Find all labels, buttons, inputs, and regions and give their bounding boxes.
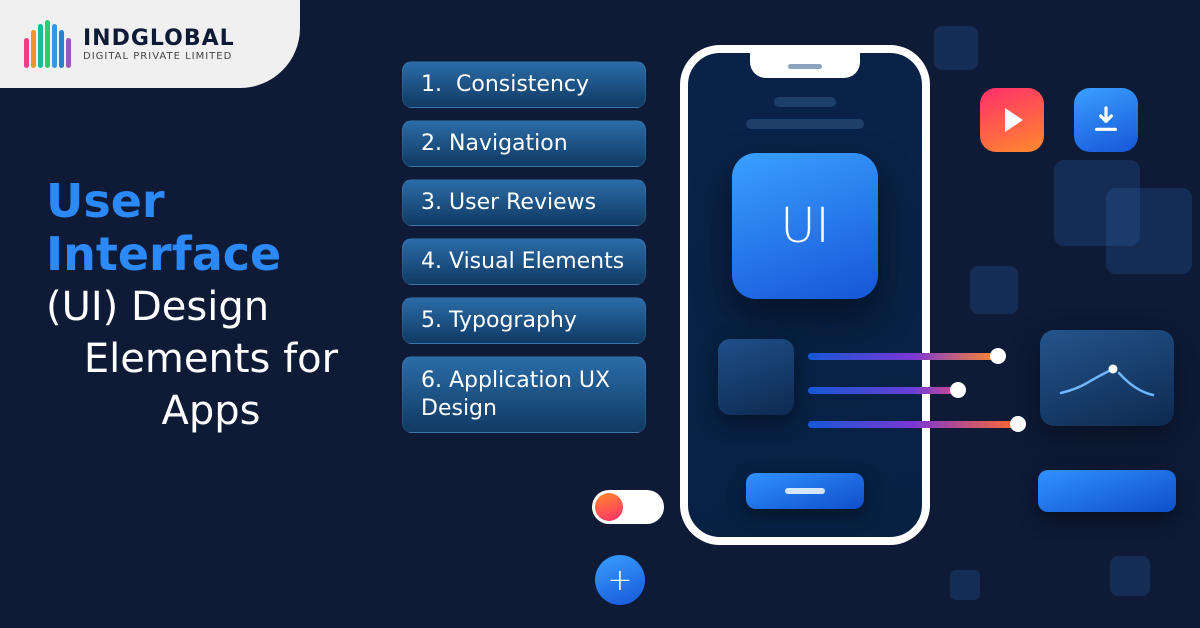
list-item-label: Typography: [449, 308, 577, 333]
chart-card: [1040, 330, 1174, 426]
headline: User Interface (UI) Design Elements for …: [46, 175, 376, 437]
list-item-num: 4.: [421, 249, 442, 274]
decor-square: [934, 26, 978, 70]
slider-knob-icon: [1010, 416, 1026, 432]
placeholder-bar: [746, 119, 864, 129]
list-item: 2. Navigation: [402, 120, 646, 167]
list-item: 4. Visual Elements: [402, 238, 646, 285]
decor-square: [1110, 556, 1150, 596]
slider[interactable]: [808, 416, 1026, 432]
cta-button[interactable]: [746, 473, 864, 509]
list-item-label: Application UX Design: [421, 368, 610, 421]
ui-tile-label: UI: [780, 198, 829, 254]
sparkline-icon: [1057, 353, 1157, 403]
phone-mockup: UI: [680, 45, 930, 545]
list-item-num: 6.: [421, 368, 442, 393]
phone-notch: [750, 52, 860, 78]
toggle-switch[interactable]: [592, 490, 664, 524]
download-card[interactable]: [1074, 88, 1138, 152]
slider[interactable]: [808, 382, 1026, 398]
list-item: 5. Typography: [402, 297, 646, 344]
list-item-num: 3.: [421, 190, 442, 215]
play-card[interactable]: [980, 88, 1044, 152]
slider-group: [808, 348, 1026, 450]
list-item: 6. Application UX Design: [402, 356, 646, 433]
bar-card[interactable]: [1038, 470, 1176, 512]
headline-line: (UI) Design: [46, 281, 376, 333]
list-item-label: User Reviews: [449, 190, 596, 215]
list-item-num: 1.: [421, 72, 442, 97]
decor-square: [1106, 188, 1192, 274]
small-tile: [718, 339, 794, 415]
ui-tile: UI: [732, 153, 878, 299]
list-item: 1. Consistency: [402, 61, 646, 108]
plus-icon: +: [607, 563, 632, 598]
elements-list: 1. Consistency 2. Navigation 3. User Rev…: [402, 61, 646, 433]
slider-knob-icon: [950, 382, 966, 398]
logo-tagline: DIGITAL PRIVATE LIMITED: [83, 51, 235, 62]
slider[interactable]: [808, 348, 1026, 364]
slider-knob-icon: [990, 348, 1006, 364]
decor-square: [950, 570, 980, 600]
logo-brand: INDGLOBAL: [83, 26, 235, 51]
list-item-num: 2.: [421, 131, 442, 156]
logo-badge: INDGLOBAL DIGITAL PRIVATE LIMITED: [0, 0, 300, 88]
list-item-label: Consistency: [456, 72, 589, 97]
list-item-num: 5.: [421, 308, 442, 333]
download-icon: [1090, 104, 1122, 136]
decor-square: [970, 266, 1018, 314]
logo-text: INDGLOBAL DIGITAL PRIVATE LIMITED: [83, 26, 235, 62]
headline-line: Elements for: [46, 333, 376, 385]
logo-mark-icon: [24, 20, 71, 68]
list-item-label: Visual Elements: [449, 249, 624, 274]
headline-line-accent: User Interface: [46, 175, 376, 281]
play-icon: [1005, 108, 1023, 132]
headline-line: Apps: [46, 385, 376, 437]
list-item: 3. User Reviews: [402, 179, 646, 226]
add-button[interactable]: +: [595, 555, 645, 605]
toggle-knob-icon: [595, 493, 623, 521]
list-item-label: Navigation: [449, 131, 568, 156]
placeholder-bar: [774, 97, 836, 107]
